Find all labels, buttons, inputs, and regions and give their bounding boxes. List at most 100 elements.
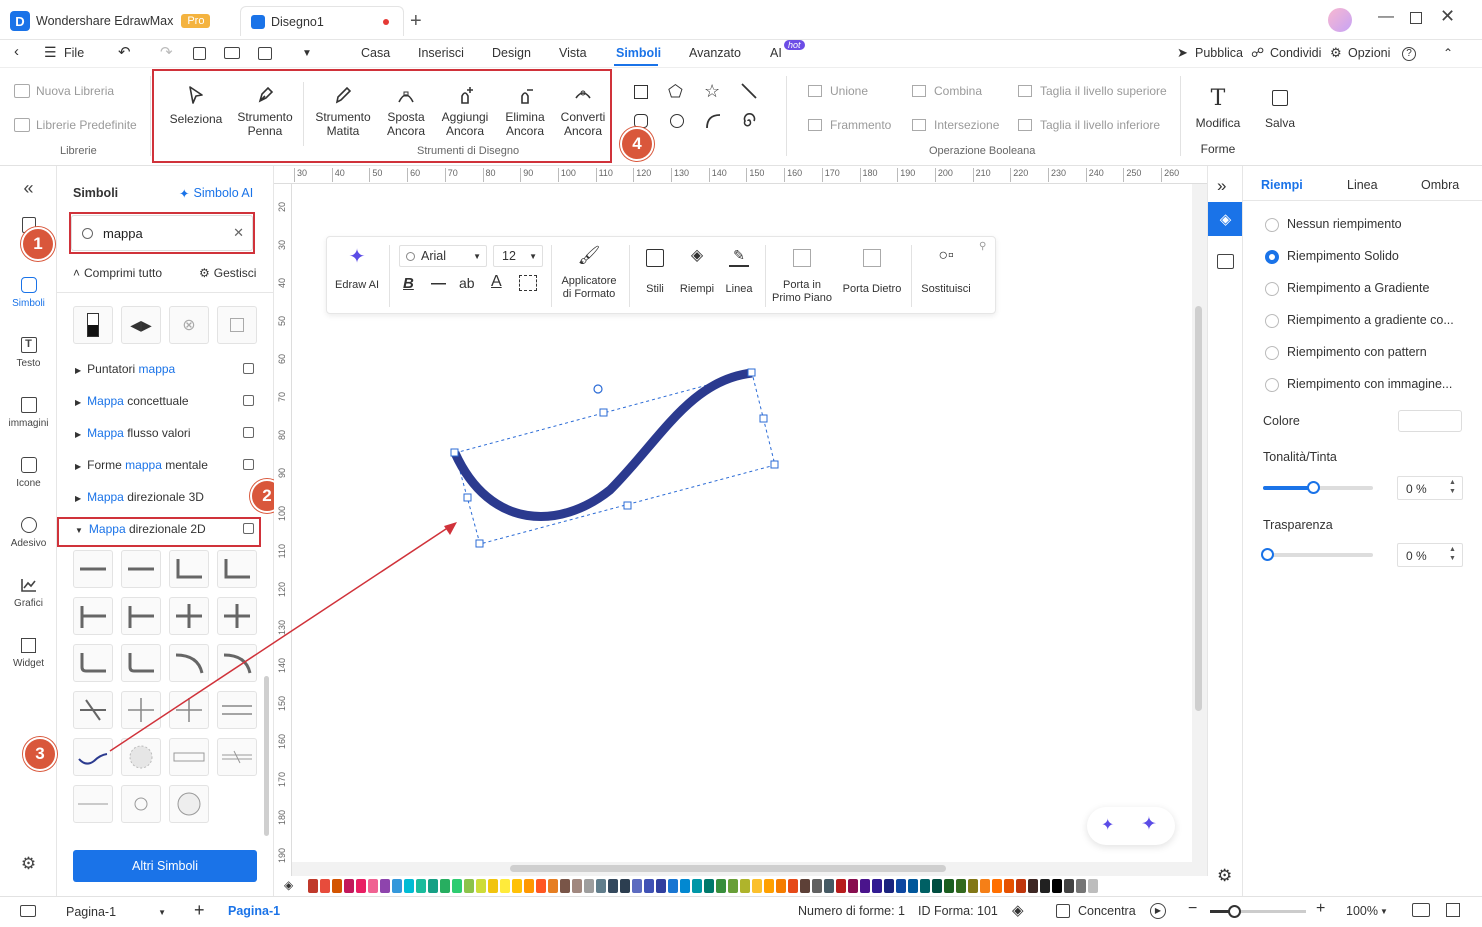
color-swatch[interactable]	[944, 879, 954, 893]
color-swatch[interactable]	[956, 879, 966, 893]
color-swatch[interactable]	[884, 879, 894, 893]
color-swatch[interactable]	[644, 879, 654, 893]
color-swatch[interactable]	[536, 879, 546, 893]
color-swatch[interactable]	[476, 879, 486, 893]
color-swatch[interactable]	[428, 879, 438, 893]
color-swatch[interactable]	[632, 879, 642, 893]
color-swatch[interactable]	[752, 879, 762, 893]
styles-button[interactable]: Stili	[637, 249, 673, 296]
color-swatch[interactable]	[908, 879, 918, 893]
page-tab[interactable]: Pagina-1	[228, 904, 280, 918]
book-view-icon[interactable]	[1412, 903, 1430, 917]
magic-wand-icon[interactable]: ✦	[1101, 815, 1114, 835]
format-painter-button[interactable]: 🖌 Applicatore di Formato	[555, 246, 623, 301]
color-swatch[interactable]	[968, 879, 978, 893]
color-swatch[interactable]	[800, 879, 810, 893]
stepper-icon[interactable]: ▲ ▼	[1449, 545, 1456, 563]
color-swatch[interactable]	[860, 879, 870, 893]
line-button[interactable]: ✎ Linea	[719, 248, 759, 296]
fill-panel-tab-icon[interactable]: ◈	[1208, 202, 1243, 236]
add-page-icon[interactable]: +	[194, 900, 205, 921]
font-family-select[interactable]: Arial ▼	[399, 245, 487, 267]
color-swatch[interactable]	[368, 879, 378, 893]
color-swatch[interactable]	[980, 879, 990, 893]
color-swatch[interactable]	[704, 879, 714, 893]
color-swatch[interactable]	[356, 879, 366, 893]
color-swatch[interactable]	[776, 879, 786, 893]
color-swatch[interactable]	[1052, 879, 1062, 893]
color-swatch[interactable]	[1004, 879, 1014, 893]
focus-button[interactable]: Concentra	[1078, 904, 1136, 918]
color-swatch[interactable]	[824, 879, 834, 893]
color-swatch[interactable]	[740, 879, 750, 893]
color-swatch[interactable]	[308, 879, 318, 893]
fill-option-label[interactable]: Nessun riempimento	[1287, 217, 1402, 231]
color-swatch[interactable]	[524, 879, 534, 893]
color-swatch[interactable]	[452, 879, 462, 893]
color-swatch[interactable]	[848, 879, 858, 893]
fullscreen-icon[interactable]	[1446, 903, 1460, 917]
color-swatch[interactable]	[1398, 410, 1462, 432]
selected-curve-shape[interactable]	[450, 368, 753, 521]
color-swatch[interactable]	[836, 879, 846, 893]
settings-gear-icon[interactable]: ⚙	[1217, 866, 1232, 886]
ai-sparkle-icon[interactable]: ✦	[1141, 813, 1157, 836]
fill-option-radio[interactable]	[1265, 250, 1279, 264]
color-swatch[interactable]	[332, 879, 342, 893]
color-swatch[interactable]	[1028, 879, 1038, 893]
pin-icon[interactable]: ⚲	[979, 241, 986, 252]
color-swatch[interactable]	[500, 879, 510, 893]
selection-handles[interactable]	[450, 368, 779, 548]
color-swatch[interactable]	[620, 879, 630, 893]
color-swatch[interactable]	[1076, 879, 1086, 893]
fill-option-radio[interactable]	[1265, 378, 1279, 392]
fill-button[interactable]: ◈ Riempi	[677, 248, 717, 296]
focus-icon[interactable]	[1056, 904, 1070, 918]
color-swatch[interactable]	[608, 879, 618, 893]
rotate-handle-icon[interactable]	[593, 384, 603, 394]
color-swatch[interactable]	[992, 879, 1002, 893]
fill-option-label[interactable]: Riempimento a gradiente co...	[1287, 313, 1454, 327]
tint-slider-knob[interactable]	[1306, 481, 1320, 494]
expand-panel-icon[interactable]: »	[1217, 176, 1226, 196]
color-swatch[interactable]	[896, 879, 906, 893]
color-swatch[interactable]	[728, 879, 738, 893]
color-swatch[interactable]	[488, 879, 498, 893]
color-swatch[interactable]	[572, 879, 582, 893]
fill-option-label[interactable]: Riempimento con pattern	[1287, 345, 1427, 359]
color-swatch[interactable]	[584, 879, 594, 893]
zoom-slider-knob[interactable]	[1228, 905, 1241, 918]
selection-box[interactable]	[454, 372, 776, 545]
tab-riempi[interactable]: Riempi	[1261, 178, 1303, 192]
color-swatch[interactable]	[872, 879, 882, 893]
font-color-icon[interactable]: A	[491, 273, 502, 291]
color-swatch[interactable]	[512, 879, 522, 893]
fill-option-radio[interactable]	[1265, 218, 1279, 232]
edraw-ai-button[interactable]: ✦ Edraw AI	[331, 247, 383, 292]
color-swatch[interactable]	[320, 879, 330, 893]
zoom-out-icon[interactable]: −	[1188, 900, 1197, 918]
page-select[interactable]: Pagina-1 ▼	[54, 900, 174, 924]
tab-linea[interactable]: Linea	[1347, 178, 1378, 192]
send-back-button[interactable]: Porta Dietro	[839, 249, 905, 296]
play-icon[interactable]: ▶	[1150, 903, 1166, 919]
color-swatch[interactable]	[1064, 879, 1074, 893]
fill-bucket-icon[interactable]: ◈	[284, 878, 293, 892]
color-swatch[interactable]	[668, 879, 678, 893]
color-swatch[interactable]	[920, 879, 930, 893]
tint-slider[interactable]	[1263, 481, 1373, 494]
bold-icon[interactable]: B	[403, 275, 414, 292]
color-swatch[interactable]	[656, 879, 666, 893]
color-swatch[interactable]	[932, 879, 942, 893]
zoom-level[interactable]: 100%	[1346, 904, 1378, 918]
color-swatch[interactable]	[416, 879, 426, 893]
color-swatch[interactable]	[1040, 879, 1050, 893]
tab-ombra[interactable]: Ombra	[1421, 178, 1459, 192]
chevron-down-icon[interactable]: ▼	[1380, 907, 1388, 916]
text-case-icon[interactable]: ab	[459, 275, 475, 291]
strikethrough-icon[interactable]: —	[431, 275, 446, 292]
color-swatch[interactable]	[596, 879, 606, 893]
layers-icon[interactable]: ◈	[1012, 901, 1024, 919]
color-swatch[interactable]	[812, 879, 822, 893]
color-swatch[interactable]	[548, 879, 558, 893]
